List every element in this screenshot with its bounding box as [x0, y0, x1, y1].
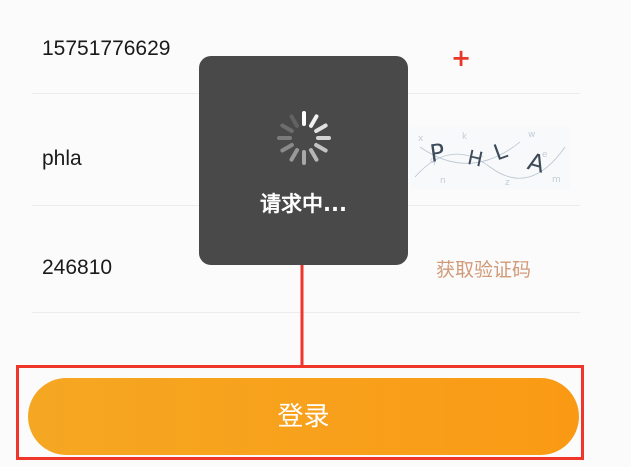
sms-code-field[interactable]: 246810: [42, 256, 112, 280]
captcha-field[interactable]: phla: [42, 147, 82, 171]
get-verification-code-link[interactable]: 获取验证码: [436, 255, 531, 282]
phone-field[interactable]: 15751776629: [42, 37, 170, 61]
svg-text:L: L: [491, 138, 512, 166]
loading-toast: 请求中...: [199, 56, 408, 265]
svg-text:x: x: [418, 134, 424, 144]
svg-text:n: n: [440, 176, 446, 186]
svg-text:A: A: [525, 147, 549, 178]
captcha-image[interactable]: xnk zwm teq P H L A: [410, 127, 570, 189]
svg-text:m: m: [552, 175, 561, 185]
svg-text:z: z: [505, 178, 510, 188]
login-button[interactable]: 登录: [28, 378, 579, 455]
plus-icon[interactable]: +: [451, 46, 471, 70]
toast-message: 请求中...: [260, 192, 347, 216]
svg-text:k: k: [462, 132, 468, 142]
svg-text:w: w: [528, 130, 535, 140]
svg-text:H: H: [465, 145, 485, 172]
svg-text:P: P: [428, 138, 446, 168]
loading-spinner-icon: [277, 111, 331, 165]
